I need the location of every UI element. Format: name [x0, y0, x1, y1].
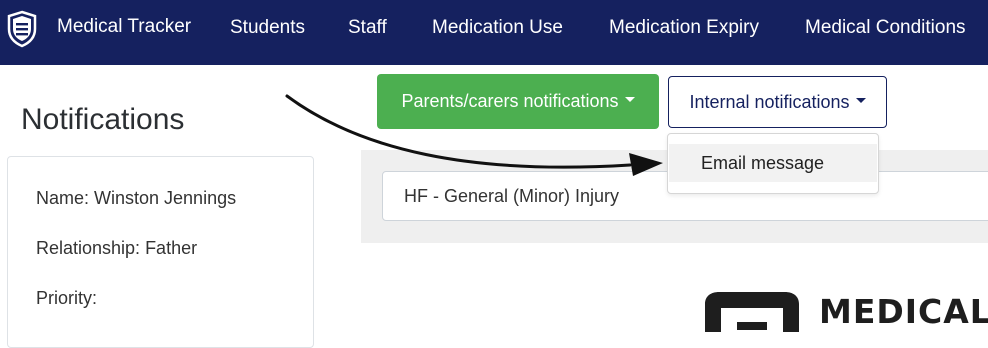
nav-item-medication-expiry[interactable]: Medication Expiry: [609, 17, 759, 39]
nav-item-medication-use[interactable]: Medication Use: [432, 17, 563, 39]
top-navbar: Medical Tracker Students Staff Medicatio…: [0, 0, 988, 65]
template-select-value: HF - General (Minor) Injury: [404, 186, 620, 206]
caret-down-icon: [624, 97, 635, 102]
parents-notifications-label: Parents/carers notifications: [401, 91, 619, 111]
nav-item-staff[interactable]: Staff: [348, 17, 387, 39]
dropdown-item-email-message[interactable]: Email message: [669, 144, 877, 182]
caret-down-icon: [855, 97, 866, 103]
logo-shield-icon: [705, 292, 799, 332]
contact-card: Name: Winston Jennings Relationship: Fat…: [7, 156, 314, 348]
internal-notifications-dropdown: Email message: [667, 133, 879, 194]
page-title: Notifications: [21, 103, 185, 136]
medical-tracker-logo: MEDICAL: [697, 290, 988, 332]
contact-relationship: Relationship: Father: [36, 238, 198, 258]
shield-icon[interactable]: [7, 10, 37, 48]
nav-item-medical-conditions[interactable]: Medical Conditions: [805, 17, 966, 39]
nav-item-students[interactable]: Students: [230, 17, 305, 39]
internal-notifications-button[interactable]: Internal notifications: [668, 76, 887, 128]
contact-name: Name: Winston Jennings: [36, 188, 237, 208]
parents-notifications-button[interactable]: Parents/carers notifications: [377, 74, 659, 129]
contact-priority: Priority:: [36, 288, 98, 308]
nav-brand[interactable]: Medical Tracker: [57, 16, 191, 38]
logo-text: MEDICAL: [819, 292, 988, 331]
internal-notifications-label: Internal notifications: [689, 91, 850, 112]
